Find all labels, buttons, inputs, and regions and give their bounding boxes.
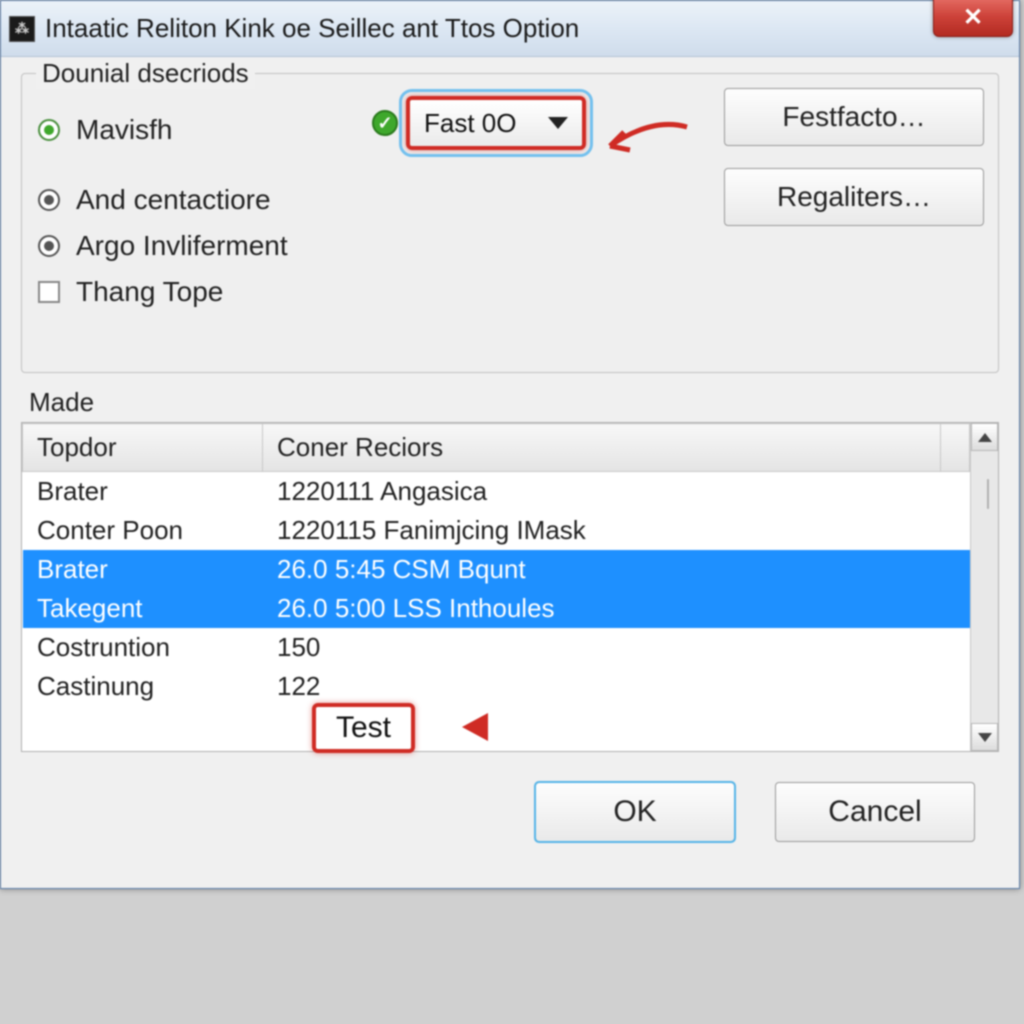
cell: Castinung xyxy=(23,667,263,706)
triangle-up-icon xyxy=(978,433,992,442)
chevron-down-icon xyxy=(548,117,568,129)
cell: Brater xyxy=(23,550,263,589)
table-legend: Made xyxy=(29,387,999,418)
dialog-window: ⁂ Intaatic Reliton Kink oe Seillec ant T… xyxy=(0,0,1020,889)
dialog-footer: OK Cancel xyxy=(21,752,999,868)
cell: Brater xyxy=(23,472,263,512)
close-button[interactable]: ✕ xyxy=(933,0,1013,37)
triangle-down-icon xyxy=(978,733,992,742)
option-label: Argo Invliferment xyxy=(76,230,288,262)
table-row[interactable]: Brater26.0 5:45 CSM Bqunt xyxy=(23,550,970,589)
table-body: Topdor Coner Reciors Brater1220111 Angas… xyxy=(22,423,970,751)
ok-button[interactable]: OK xyxy=(535,782,735,842)
option-label: Mavisfh xyxy=(76,114,172,146)
cell: 26.0 5:00 LSS Inthoules xyxy=(263,589,941,628)
cell: 150 xyxy=(263,628,941,667)
options-groupbox: Dounial dsecriods Mavisfh And centactior… xyxy=(21,73,999,373)
cell-spacer xyxy=(941,511,970,550)
data-table[interactable]: Topdor Coner Reciors Brater1220111 Angas… xyxy=(22,423,970,706)
table-row[interactable]: Brater1220111 Angasica xyxy=(23,472,970,512)
annotation-triangle-icon xyxy=(462,713,488,741)
column-header[interactable]: Coner Reciors xyxy=(263,424,941,472)
regaliters-button[interactable]: Regaliters… xyxy=(724,168,984,226)
cell: Conter Poon xyxy=(23,511,263,550)
dropdown-value: Fast 0O xyxy=(424,108,516,139)
table-row[interactable]: Costruntion150 xyxy=(23,628,970,667)
cell-spacer xyxy=(941,589,970,628)
fast-dropdown[interactable]: Fast 0O xyxy=(406,96,586,150)
table-frame: Topdor Coner Reciors Brater1220111 Angas… xyxy=(21,422,999,752)
table-row[interactable]: Conter Poon1220115 Fanimjcing IMask xyxy=(23,511,970,550)
scroll-up-button[interactable] xyxy=(971,423,998,451)
client-area: Dounial dsecriods Mavisfh And centactior… xyxy=(1,57,1019,888)
checkbox-icon[interactable] xyxy=(38,281,60,303)
cell-spacer xyxy=(941,472,970,512)
radio-icon[interactable] xyxy=(38,119,60,141)
option-label: Thang Tope xyxy=(76,276,223,308)
annotation-arrow-icon xyxy=(602,122,692,162)
window-title: Intaatic Reliton Kink oe Seillec ant Tto… xyxy=(45,13,579,44)
cell-spacer xyxy=(941,667,970,706)
cell: 26.0 5:45 CSM Bqunt xyxy=(263,550,941,589)
radio-icon[interactable] xyxy=(38,235,60,257)
cell: 1220115 Fanimjcing IMask xyxy=(263,511,941,550)
cell: 1220111 Angasica xyxy=(263,472,941,512)
cell: Costruntion xyxy=(23,628,263,667)
option-row[interactable]: Argo Invliferment xyxy=(38,230,982,262)
cell-spacer xyxy=(941,550,970,589)
option-row[interactable]: Thang Tope xyxy=(38,276,982,308)
scroll-down-button[interactable] xyxy=(971,723,998,751)
dropdown-area: ✓ Fast 0O xyxy=(372,96,586,150)
column-header[interactable]: Topdor xyxy=(23,424,263,472)
close-icon: ✕ xyxy=(963,3,983,32)
titlebar[interactable]: ⁂ Intaatic Reliton Kink oe Seillec ant T… xyxy=(1,1,1019,57)
right-button-column: Festfacto… Regaliters… xyxy=(724,88,984,226)
cancel-button[interactable]: Cancel xyxy=(775,782,975,842)
table-row[interactable]: Takegent26.0 5:00 LSS Inthoules xyxy=(23,589,970,628)
column-header-spacer xyxy=(941,424,970,472)
scroll-thumb[interactable] xyxy=(987,479,989,509)
table-row[interactable]: Castinung122 xyxy=(23,667,970,706)
cell-spacer xyxy=(941,628,970,667)
checkmark-icon: ✓ xyxy=(372,110,398,136)
festfacto-button[interactable]: Festfacto… xyxy=(724,88,984,146)
test-annotation: Test xyxy=(312,703,415,753)
option-label: And centactiore xyxy=(76,184,271,216)
radio-icon[interactable] xyxy=(38,189,60,211)
cell: Takegent xyxy=(23,589,263,628)
vertical-scrollbar[interactable] xyxy=(970,423,998,751)
app-icon: ⁂ xyxy=(9,16,35,42)
cell: 122 xyxy=(263,667,941,706)
groupbox-legend: Dounial dsecriods xyxy=(36,58,255,89)
